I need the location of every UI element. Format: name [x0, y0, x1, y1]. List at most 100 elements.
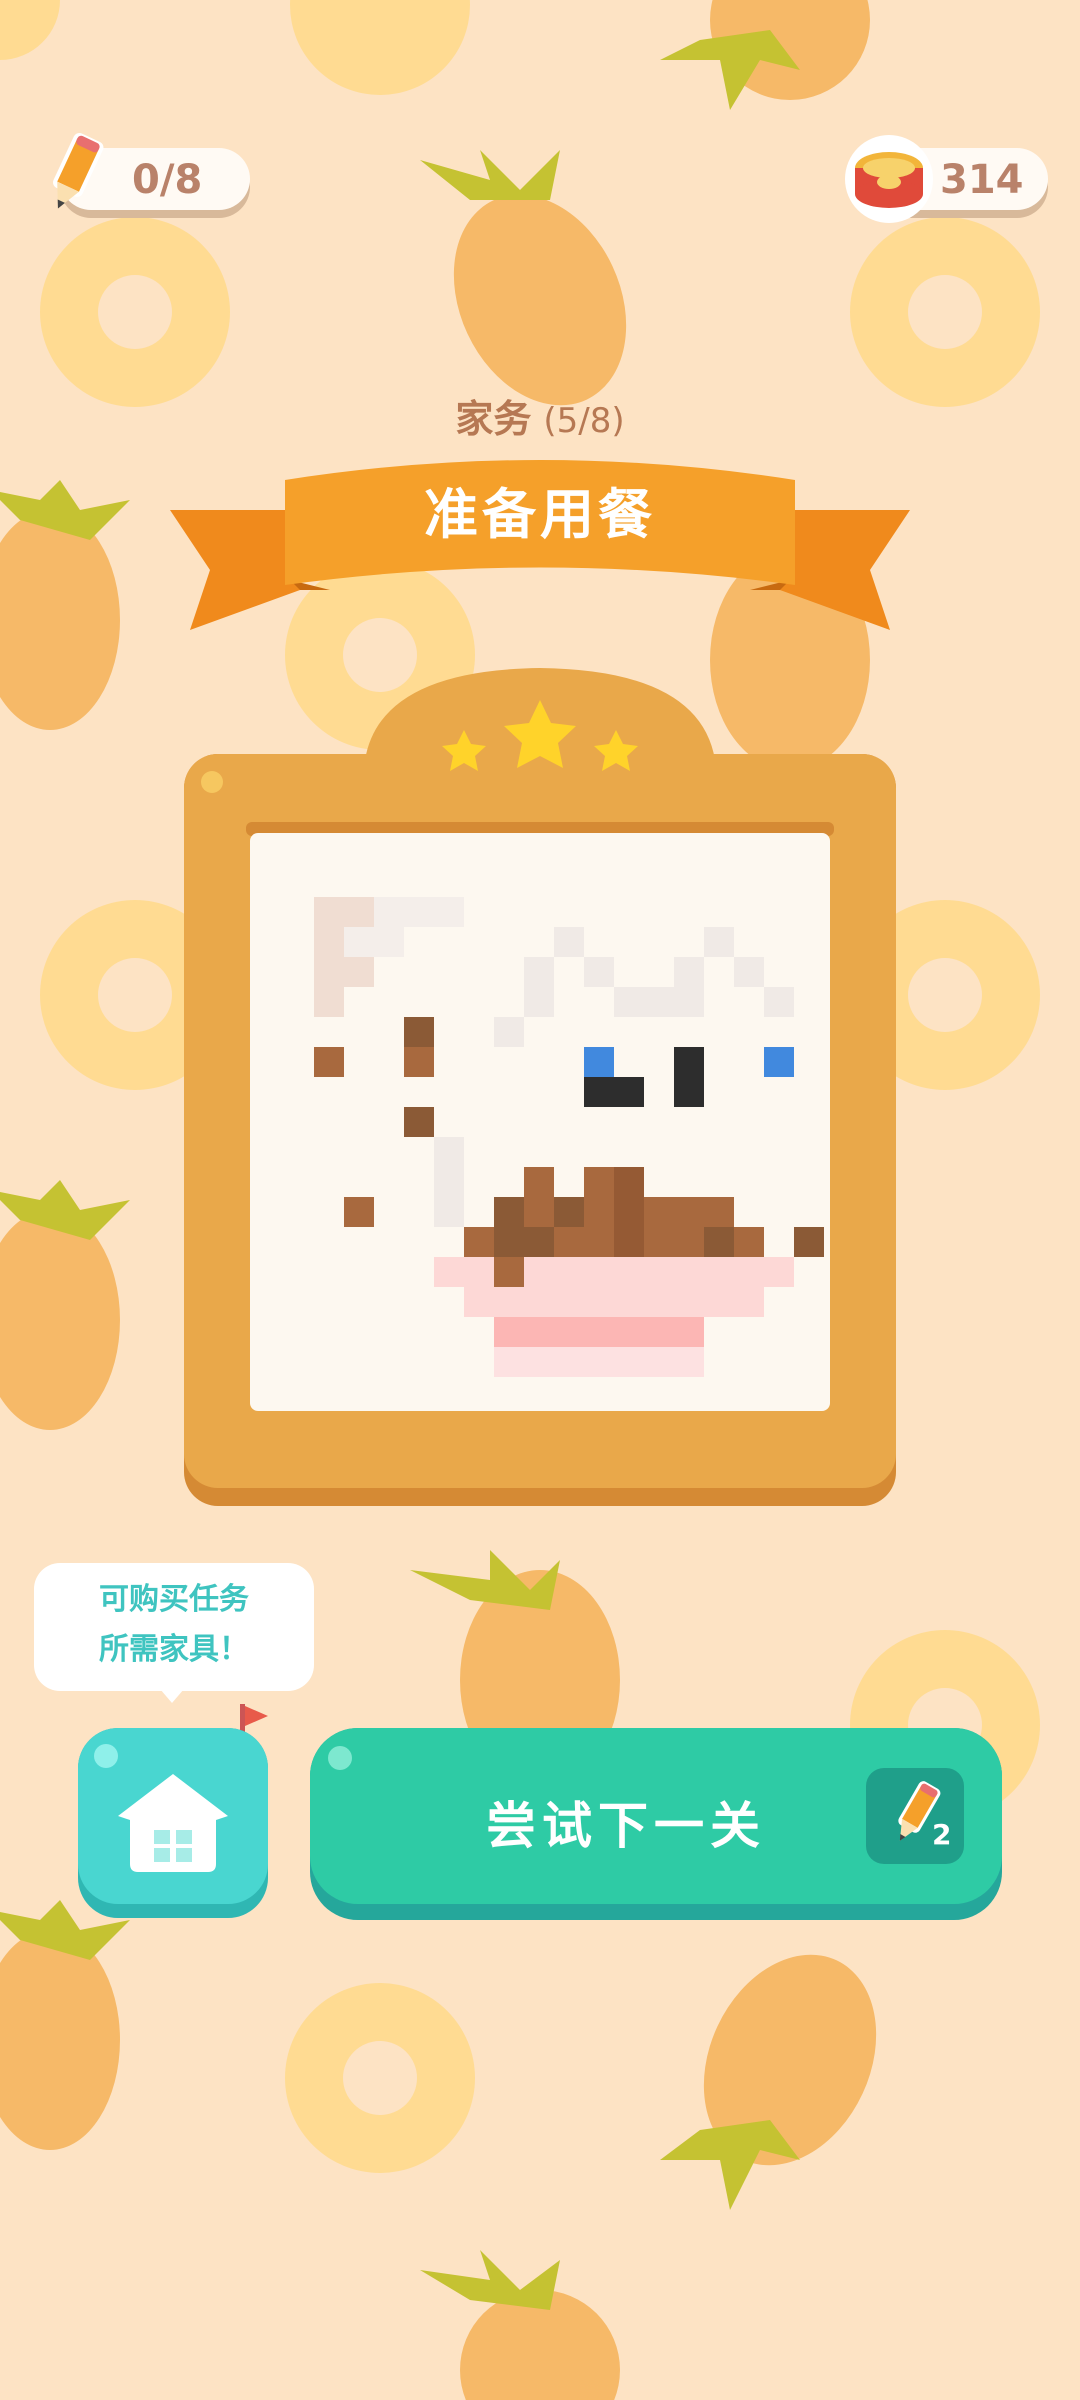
button-shine	[328, 1746, 352, 1770]
pixel-cell	[314, 897, 344, 927]
pixel-cell	[344, 927, 374, 957]
pixel-cell	[584, 957, 614, 987]
pixel-cell	[464, 1257, 494, 1287]
pixel-cell	[404, 897, 434, 927]
pixel-cell	[524, 1167, 554, 1197]
pixel-cell	[644, 1257, 674, 1287]
pixel-cell	[764, 1047, 794, 1077]
coin-count: 314	[940, 157, 1024, 203]
pixel-cell	[614, 1227, 644, 1257]
pixel-cell	[704, 1257, 734, 1287]
pixel-cell	[614, 1197, 644, 1227]
pixel-cell	[644, 1197, 674, 1227]
pixel-cell	[674, 1077, 704, 1107]
pixel-cell	[374, 897, 404, 927]
level-title: 准备用餐	[424, 483, 656, 546]
pixel-cell	[584, 1197, 614, 1227]
pixel-cell	[494, 1287, 524, 1317]
pixel-cell	[404, 1047, 434, 1077]
pixel-cell	[344, 897, 374, 927]
pixel-cell	[644, 1287, 674, 1317]
pixel-cell	[734, 1257, 764, 1287]
pixel-cell	[644, 1347, 674, 1377]
pixel-cell	[674, 1227, 704, 1257]
pixel-cell	[734, 957, 764, 987]
pixel-cell	[674, 957, 704, 987]
pixel-cell	[554, 1227, 584, 1257]
pixel-cell	[584, 1257, 614, 1287]
hint-bubble: 可购买任务 所需家具！	[34, 1563, 314, 1691]
pixel-cell	[704, 1287, 734, 1317]
pixel-cell	[674, 1257, 704, 1287]
pixel-cell	[554, 1347, 584, 1377]
pixel-cell	[314, 987, 344, 1017]
pixel-cell	[584, 1317, 614, 1347]
pixel-cell	[314, 927, 344, 957]
pixel-cell	[434, 1137, 464, 1167]
pixel-cell	[434, 897, 464, 927]
pixel-cell	[674, 1047, 704, 1077]
home-icon	[94, 1744, 228, 1872]
pixel-cell	[734, 1227, 764, 1257]
pixel-cell	[644, 987, 674, 1017]
pixel-cell	[614, 1317, 644, 1347]
pixel-cell	[614, 1167, 644, 1197]
pixel-cell	[464, 1287, 494, 1317]
pixel-cell	[524, 1287, 554, 1317]
pixel-cell	[584, 1227, 614, 1257]
pixel-cell	[524, 1197, 554, 1227]
next-level-button[interactable]: 尝试下一关 2	[310, 1728, 1002, 1920]
pixel-cell	[374, 927, 404, 957]
pixel-cell	[614, 1077, 644, 1107]
star-icon	[504, 700, 576, 768]
pixel-cell	[494, 1347, 524, 1377]
star-icon	[442, 730, 486, 771]
pixel-cell	[674, 1197, 704, 1227]
pixel-cell	[524, 1227, 554, 1257]
pixel-cell	[434, 1197, 464, 1227]
home-button[interactable]	[78, 1728, 268, 1918]
pixel-cell	[584, 1167, 614, 1197]
pixel-cell	[584, 1077, 614, 1107]
coin-can-icon	[845, 135, 933, 223]
pixel-cell	[524, 957, 554, 987]
pixel-cell	[554, 1197, 584, 1227]
pencil-icon	[53, 132, 104, 209]
pixel-cell	[614, 1257, 644, 1287]
next-level-cost: 2	[932, 1818, 952, 1851]
pixel-cell	[404, 1107, 434, 1137]
pixel-cell	[524, 987, 554, 1017]
pixel-cell	[494, 1227, 524, 1257]
pixel-cell	[494, 1317, 524, 1347]
hint-line-2: 所需家具！	[99, 1632, 249, 1667]
pixel-cell	[644, 1227, 674, 1257]
pixel-cell	[434, 1257, 464, 1287]
pixel-cell	[554, 1317, 584, 1347]
pixel-cell	[674, 1347, 704, 1377]
pixel-cell	[614, 1347, 644, 1377]
pixel-cell	[614, 1287, 644, 1317]
pixel-cell	[404, 1017, 434, 1047]
pixel-cell	[314, 957, 344, 987]
next-level-cost-badge: 2	[866, 1768, 964, 1864]
pixel-cell	[674, 1287, 704, 1317]
pixel-cell	[584, 1347, 614, 1377]
pixel-cell	[554, 1257, 584, 1287]
pixel-cell	[764, 987, 794, 1017]
task-category: 家务	[455, 397, 532, 441]
pixel-cell	[674, 987, 704, 1017]
pixel-cell	[704, 927, 734, 957]
pixel-cell	[734, 1287, 764, 1317]
pixel-cell	[494, 1197, 524, 1227]
hint-bubble-tail	[160, 1689, 184, 1703]
pixel-cell	[644, 1317, 674, 1347]
pixel-cell	[764, 1257, 794, 1287]
pixel-cell	[584, 1047, 614, 1077]
pixel-cell	[794, 1227, 824, 1257]
pixel-art-canvas[interactable]	[250, 833, 830, 1411]
pixel-cell	[554, 1287, 584, 1317]
pixel-art	[314, 897, 824, 1377]
hint-line-1: 可购买任务	[99, 1582, 249, 1617]
pixel-cell	[524, 1347, 554, 1377]
pixel-cell	[314, 1047, 344, 1077]
